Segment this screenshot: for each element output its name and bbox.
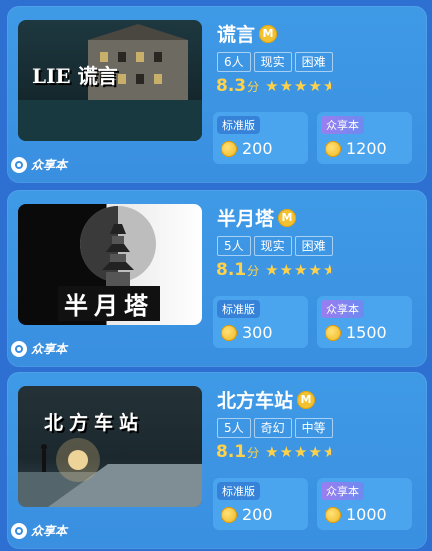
member-badge-icon: M xyxy=(278,208,297,227)
star-icon: ★ xyxy=(279,76,294,95)
brand-logo-icon xyxy=(11,340,27,357)
star-icon: ★ xyxy=(308,442,322,461)
cover-title-text: 北方车站 xyxy=(44,412,145,434)
script-card[interactable]: LIE 谎言 谎言 M 6人 现实 困难 8.3分 ★ ★ ★ ★ ★ 标准版 … xyxy=(7,6,427,183)
rating: 8.3分 ★ ★ ★ ★ ★ xyxy=(216,76,336,96)
cover-image[interactable]: 半月塔 xyxy=(18,204,202,325)
standard-price: 200 xyxy=(242,505,273,524)
card-title-text[interactable]: 北方车站 xyxy=(217,386,293,413)
brand-footer: 众享本 xyxy=(11,340,67,357)
member-badge-icon: M xyxy=(259,24,278,43)
star-icon: ★ xyxy=(265,76,279,95)
tag-difficulty: 困难 xyxy=(294,52,333,72)
standard-price-box[interactable]: 标准版 200 xyxy=(213,112,308,164)
tag-players: 5人 xyxy=(217,418,251,438)
score-value: 8.3 xyxy=(216,76,247,96)
tag-list: 5人 现实 困难 xyxy=(217,236,333,256)
coin-icon xyxy=(221,140,237,157)
star-icon: ★ xyxy=(279,442,294,461)
share-label: 众享本 xyxy=(321,300,364,318)
brand-logo-icon xyxy=(11,156,27,173)
share-label: 众享本 xyxy=(321,116,364,134)
tag-difficulty: 困难 xyxy=(294,236,333,256)
cover-title-text: LIE 谎言 xyxy=(32,64,118,88)
cover-title-text: 半月塔 xyxy=(58,286,160,321)
brand-logo-icon xyxy=(11,522,27,539)
rating: 8.1分 ★ ★ ★ ★ ★ xyxy=(216,260,336,280)
star-rating: ★ ★ ★ ★ ★ xyxy=(265,442,337,461)
star-icon: ★ xyxy=(294,260,308,279)
score-unit: 分 xyxy=(247,446,260,460)
coin-icon xyxy=(221,324,237,341)
score-unit: 分 xyxy=(247,80,260,94)
standard-price-box[interactable]: 标准版 200 xyxy=(213,478,308,530)
star-icon: ★ xyxy=(294,76,308,95)
tag-genre: 现实 xyxy=(253,236,292,256)
score-value: 8.1 xyxy=(216,260,247,280)
standard-label: 标准版 xyxy=(217,482,260,500)
brand-name: 众享本 xyxy=(31,524,68,538)
half-star-icon: ★ xyxy=(322,442,337,461)
half-star-icon: ★ xyxy=(322,260,337,279)
share-price: 1500 xyxy=(346,323,387,342)
star-icon: ★ xyxy=(265,260,279,279)
star-icon: ★ xyxy=(294,442,308,461)
standard-price: 200 xyxy=(242,139,273,158)
star-rating: ★ ★ ★ ★ ★ xyxy=(265,260,337,279)
score-value: 8.1 xyxy=(216,442,247,462)
card-title[interactable]: 半月塔 M xyxy=(217,204,297,231)
tag-list: 6人 现实 困难 xyxy=(217,52,333,72)
tag-genre: 现实 xyxy=(253,52,292,72)
standard-label: 标准版 xyxy=(217,116,260,134)
share-price-box[interactable]: 众享本 1000 xyxy=(317,478,412,530)
star-rating: ★ ★ ★ ★ ★ xyxy=(265,76,337,95)
tag-genre: 奇幻 xyxy=(253,418,292,438)
share-price-box[interactable]: 众享本 1500 xyxy=(317,296,412,348)
coin-icon xyxy=(221,506,237,523)
card-title-text[interactable]: 半月塔 xyxy=(217,204,274,231)
script-card[interactable]: 北方车站 北方车站 M 5人 奇幻 中等 8.1分 ★ ★ ★ ★ ★ 标准版 … xyxy=(7,372,427,549)
score: 8.1分 xyxy=(216,260,259,280)
tag-list: 5人 奇幻 中等 xyxy=(217,418,333,438)
coin-icon xyxy=(325,506,341,523)
card-title[interactable]: 北方车站 M xyxy=(217,386,316,413)
share-price-box[interactable]: 众享本 1200 xyxy=(317,112,412,164)
standard-label: 标准版 xyxy=(217,300,260,318)
cover-image[interactable]: LIE 谎言 xyxy=(18,20,202,141)
brand-footer: 众享本 xyxy=(11,522,67,539)
star-icon: ★ xyxy=(308,260,322,279)
tag-players: 6人 xyxy=(217,52,251,72)
score-unit: 分 xyxy=(247,264,260,278)
cover-image[interactable]: 北方车站 xyxy=(18,386,202,507)
standard-price-box[interactable]: 标准版 300 xyxy=(213,296,308,348)
coin-icon xyxy=(325,324,341,341)
tag-players: 5人 xyxy=(217,236,251,256)
star-icon: ★ xyxy=(265,442,279,461)
score: 8.3分 xyxy=(216,76,259,96)
star-icon: ★ xyxy=(279,260,294,279)
member-badge-icon: M xyxy=(297,390,316,409)
half-star-icon: ★ xyxy=(322,76,337,95)
share-price: 1200 xyxy=(346,139,387,158)
standard-price: 300 xyxy=(242,323,273,342)
brand-name: 众享本 xyxy=(31,158,68,172)
share-price: 1000 xyxy=(346,505,387,524)
share-label: 众享本 xyxy=(321,482,364,500)
coin-icon xyxy=(325,140,341,157)
brand-name: 众享本 xyxy=(31,342,68,356)
rating: 8.1分 ★ ★ ★ ★ ★ xyxy=(216,442,336,462)
tag-difficulty: 中等 xyxy=(294,418,333,438)
brand-footer: 众享本 xyxy=(11,156,67,173)
score: 8.1分 xyxy=(216,442,259,462)
star-icon: ★ xyxy=(308,76,322,95)
script-card[interactable]: 半月塔 半月塔 M 5人 现实 困难 8.1分 ★ ★ ★ ★ ★ 标准版 30… xyxy=(7,190,427,367)
card-title[interactable]: 谎言 M xyxy=(217,20,278,47)
card-title-text[interactable]: 谎言 xyxy=(217,20,255,47)
